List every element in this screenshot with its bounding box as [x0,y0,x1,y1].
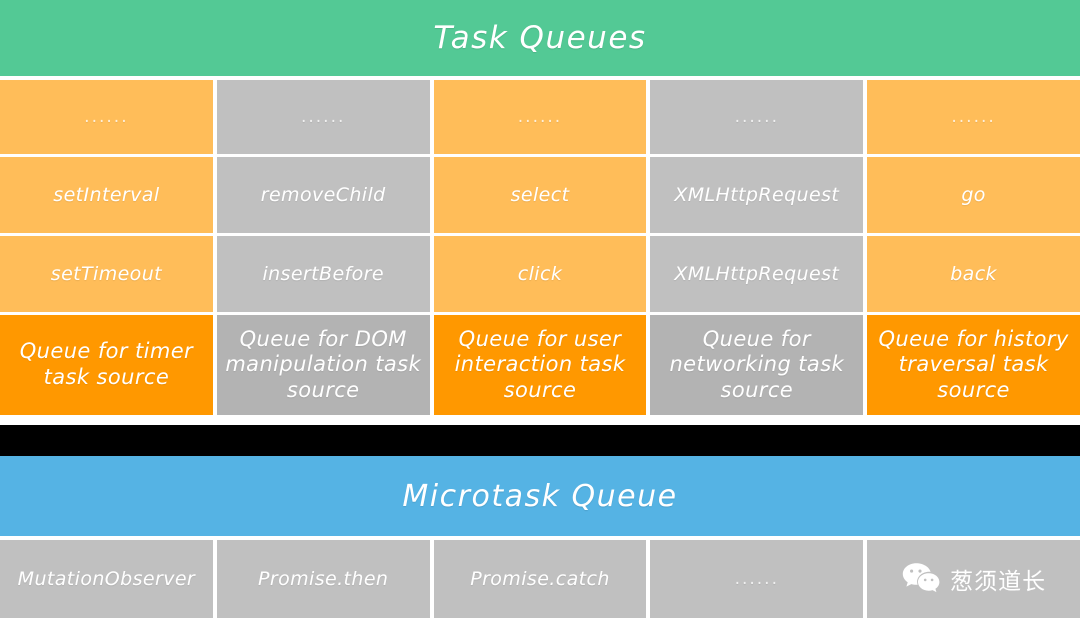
microtask-cell-promise-then: Promise.then [216,540,430,618]
queue-item-user-interaction-1: select [433,157,647,233]
ellipsis-label: ...... [300,106,346,127]
queue-item-dom-1: removeChild [216,157,430,233]
ellipsis-label: ...... [517,106,563,127]
queue-item-networking-1: XMLHttpRequest [650,157,864,233]
microtask-cell-promise-catch: Promise.catch [433,540,647,618]
queue-footer-history: Queue for history traversal task source [867,315,1080,415]
queue-footer-dom: Queue for DOM manipulation task source [216,315,430,415]
ellipsis-label: ...... [734,106,779,127]
queue-cell-user-interaction-dots: ...... [433,80,647,154]
slide-canvas: Task Queues ...... ...... ...... ...... … [0,0,1080,622]
wechat-watermark: 葱须道长 [867,540,1080,618]
microtask-cell-mutationobserver: MutationObserver [0,540,213,618]
queue-item-timer-1: setInterval [0,157,213,233]
task-queues-section: Task Queues ...... ...... ...... ...... … [0,0,1080,415]
queue-item-history-2: back [867,236,1080,312]
watermark-label: 葱须道长 [950,569,1047,595]
queue-item-timer-2: setTimeout [0,236,213,312]
ellipsis-label: ...... [951,106,996,127]
ellipsis-label: ...... [84,106,129,127]
queue-footer-timer: Queue for timer task source [0,315,213,415]
queue-item-networking-2: XMLHttpRequest [650,236,864,312]
task-queues-title: Task Queues [0,0,1080,76]
microtask-cell-dots: ...... [650,540,864,618]
queue-cell-timer-dots: ...... [0,80,213,154]
queue-footer-user-interaction: Queue for user interaction task source [433,315,647,415]
microtask-queue-grid: MutationObserver Promise.then Promise.ca… [0,536,1080,618]
microtask-queue-title: Microtask Queue [0,456,1080,536]
queue-footer-networking: Queue for networking task source [650,315,864,415]
wechat-icon [901,561,941,597]
queue-item-history-1: go [867,157,1080,233]
queue-cell-networking-dots: ...... [650,80,864,154]
queue-cell-history-dots: ...... [867,80,1080,154]
section-divider [0,425,1080,456]
task-queues-grid: ...... ...... ...... ...... ...... setIn… [0,76,1080,415]
microtask-queue-section: Microtask Queue MutationObserver Promise… [0,456,1080,618]
ellipsis-label: ...... [734,569,779,589]
queue-item-dom-2: insertBefore [216,236,430,312]
queue-item-user-interaction-2: click [433,236,647,312]
queue-cell-dom-dots: ...... [216,80,430,154]
